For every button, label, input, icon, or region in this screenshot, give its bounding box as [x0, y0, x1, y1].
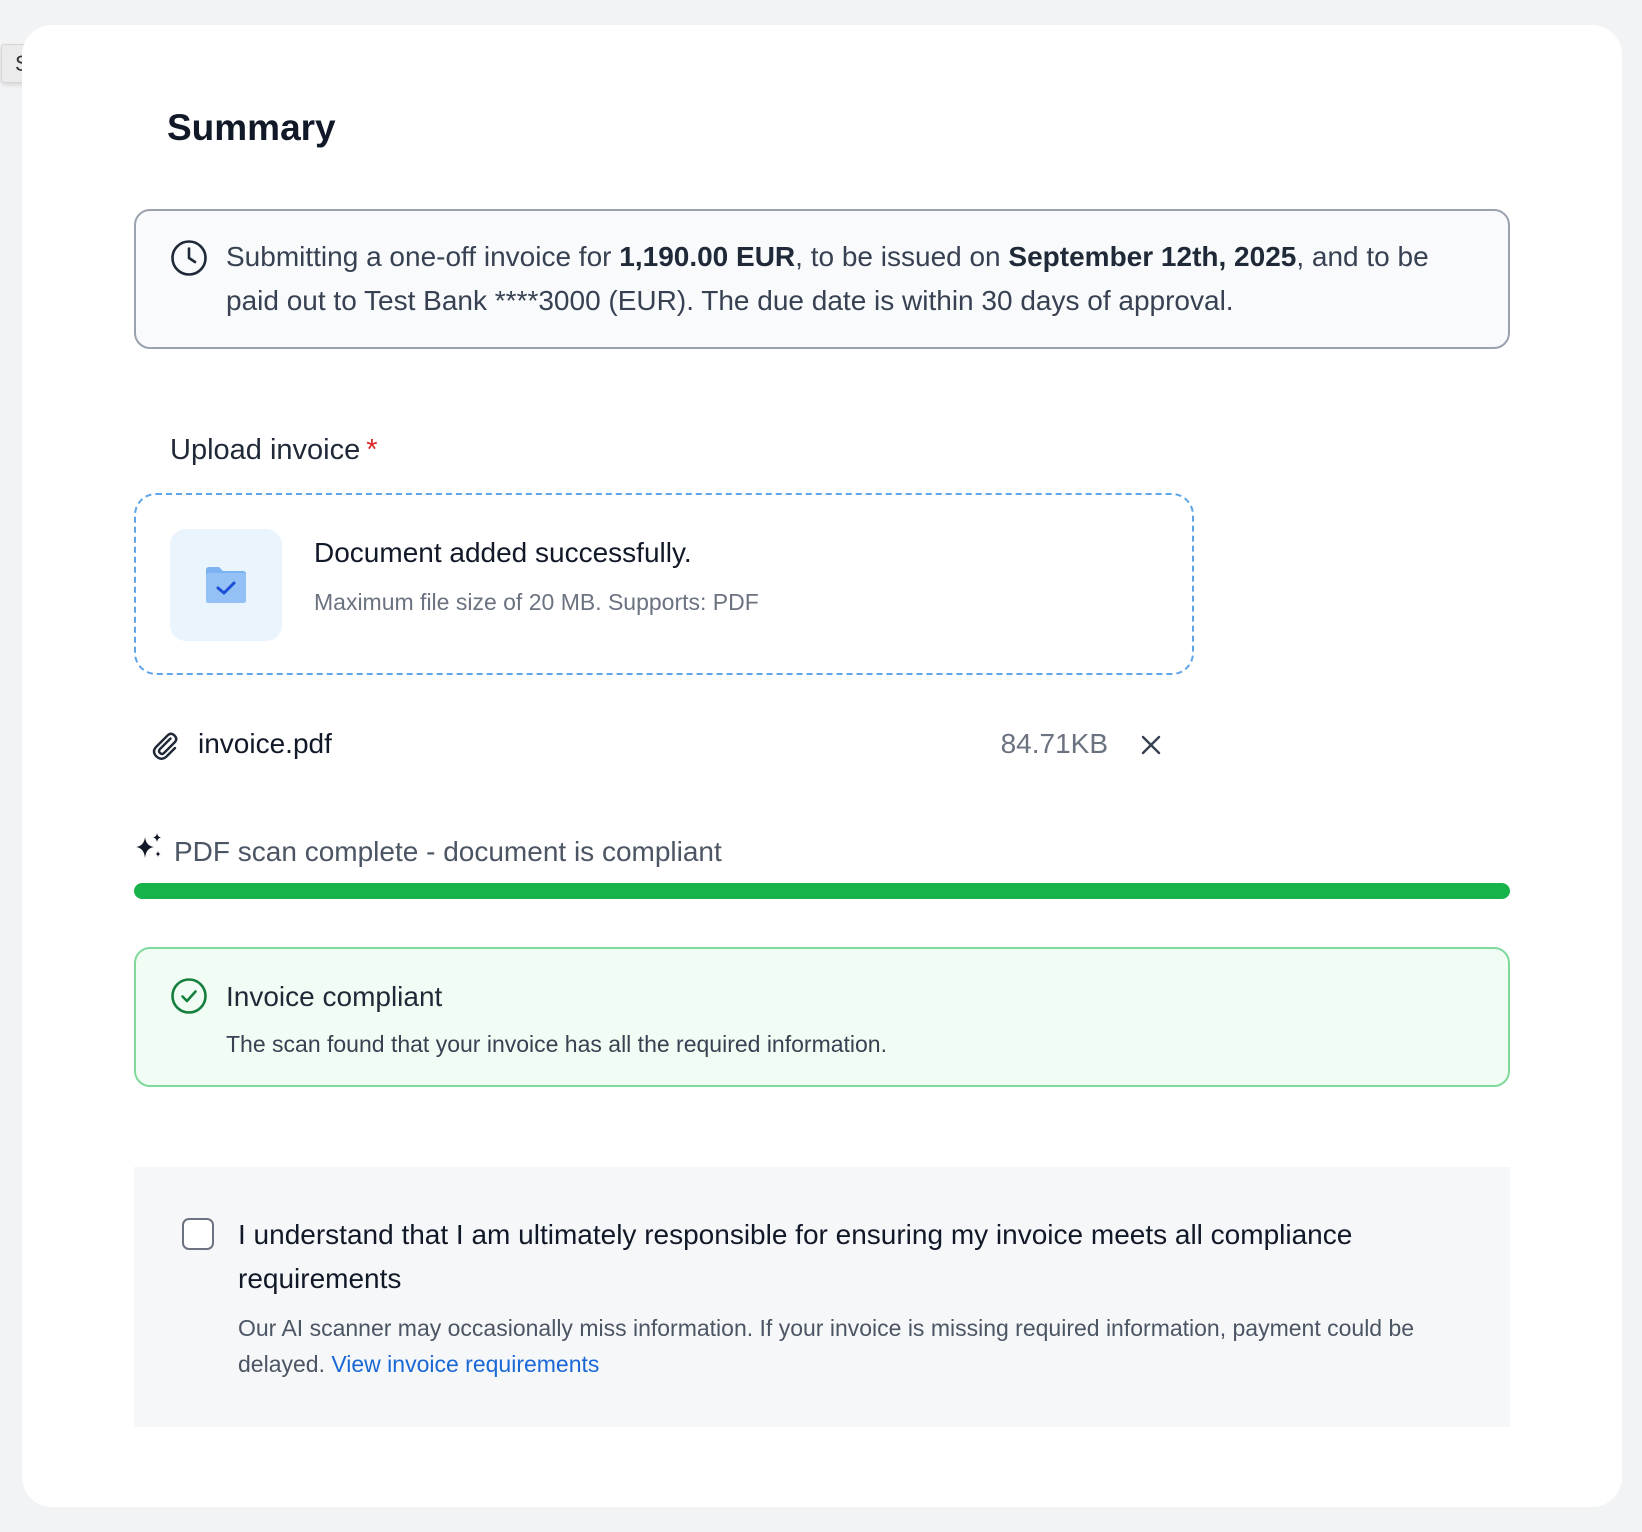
paperclip-icon: [150, 730, 180, 765]
view-invoice-requirements-link[interactable]: View invoice requirements: [331, 1351, 599, 1377]
dropzone-hint: Maximum file size of 20 MB. Supports: PD…: [314, 589, 759, 615]
file-tile: [170, 529, 282, 641]
acknowledgement-text: I understand that I am ultimately respon…: [238, 1219, 1353, 1294]
acknowledgement-section: I understand that I am ultimately respon…: [134, 1167, 1510, 1427]
summary-issue-date: September 12th, 2025: [1008, 241, 1297, 272]
acknowledgement-checkbox[interactable]: [182, 1218, 214, 1250]
folder-check-icon: [206, 567, 246, 603]
compliance-title: Invoice compliant: [226, 981, 443, 1012]
acknowledgement-note: Our AI scanner may occasionally miss inf…: [238, 1310, 1488, 1382]
scan-status-text: PDF scan complete - document is complian…: [174, 836, 722, 867]
compliance-description: The scan found that your invoice has all…: [226, 1031, 887, 1057]
clock-icon: [170, 239, 208, 277]
invoice-summary-text: Submitting a one-off invoice for 1,190.0…: [226, 235, 1486, 323]
close-icon: [1141, 735, 1161, 755]
invoice-dropzone[interactable]: Document added successfully. Maximum fil…: [134, 493, 1194, 675]
scan-progress-bar: [134, 883, 1510, 899]
uploaded-file-row: invoice.pdf 84.71KB: [134, 720, 1174, 770]
summary-prefix: Submitting a one-off invoice for: [226, 241, 620, 272]
page-title: Summary: [167, 107, 336, 148]
required-marker: *: [366, 434, 378, 466]
sparkle-icon: [134, 832, 164, 867]
scan-progress-fill: [134, 883, 1510, 899]
check-circle-icon: [170, 977, 208, 1020]
file-size: 84.71KB: [1000, 728, 1108, 759]
upload-label-text: Upload invoice: [170, 434, 361, 466]
summary-middle: , to be issued on: [795, 241, 1009, 272]
invoice-summary-banner: Submitting a one-off invoice for 1,190.0…: [134, 209, 1510, 349]
dropzone-title: Document added successfully.: [314, 537, 692, 568]
summary-amount: 1,190.00 EUR: [619, 241, 796, 272]
remove-file-button[interactable]: [1136, 730, 1166, 760]
upload-invoice-label: Upload invoice *: [170, 434, 378, 467]
compliance-result-banner: Invoice compliant The scan found that yo…: [134, 947, 1510, 1087]
file-name: invoice.pdf: [198, 728, 332, 759]
